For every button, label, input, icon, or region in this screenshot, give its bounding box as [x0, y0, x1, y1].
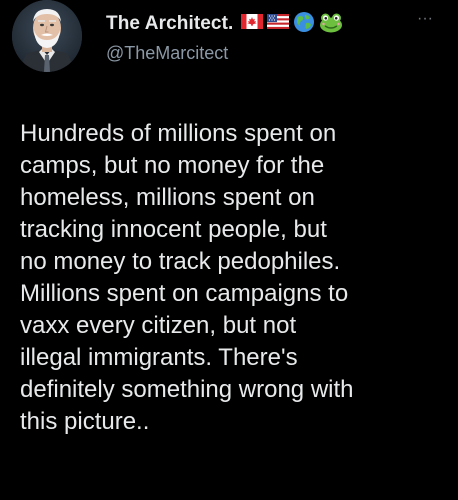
- tweet-text-line: homeless, millions spent on: [20, 184, 315, 211]
- more-options-button[interactable]: ···: [412, 10, 438, 28]
- author-name-row: The Architect.: [106, 11, 343, 37]
- tweet-card: The Architect. @TheMarcitect ··· Hundred…: [0, 0, 458, 500]
- tweet-text-line: Millions spent on campaigns to: [20, 280, 349, 307]
- avatar-portrait-icon: [12, 0, 82, 72]
- tweet-text-line: vaxx every citizen, but not: [20, 312, 297, 339]
- us-flag-icon: [267, 14, 290, 34]
- tweet-text: Hundreds of millions spent on camps, but…: [20, 118, 450, 438]
- frog-icon: [319, 11, 343, 38]
- tweet-text-line: this picture..: [20, 408, 150, 435]
- tweet-text-line: illegal immigrants. There's: [20, 344, 298, 371]
- tweet-text-line: camps, but no money for the: [20, 152, 325, 179]
- tweet-text-line: definitely something wrong with: [20, 376, 354, 403]
- tweet-text-line: no money to track pedophiles.: [20, 248, 341, 275]
- author-handle[interactable]: @TheMarcitect: [106, 43, 228, 64]
- tweet-text-line: tracking innocent people, but: [20, 216, 327, 243]
- author-display-name[interactable]: The Architect.: [106, 13, 233, 35]
- tweet-text-line: Hundreds of millions spent on: [20, 120, 337, 147]
- more-icon: ···: [417, 10, 433, 27]
- globe-icon: [293, 11, 315, 38]
- canada-flag-icon: [241, 14, 264, 34]
- avatar[interactable]: [12, 0, 82, 72]
